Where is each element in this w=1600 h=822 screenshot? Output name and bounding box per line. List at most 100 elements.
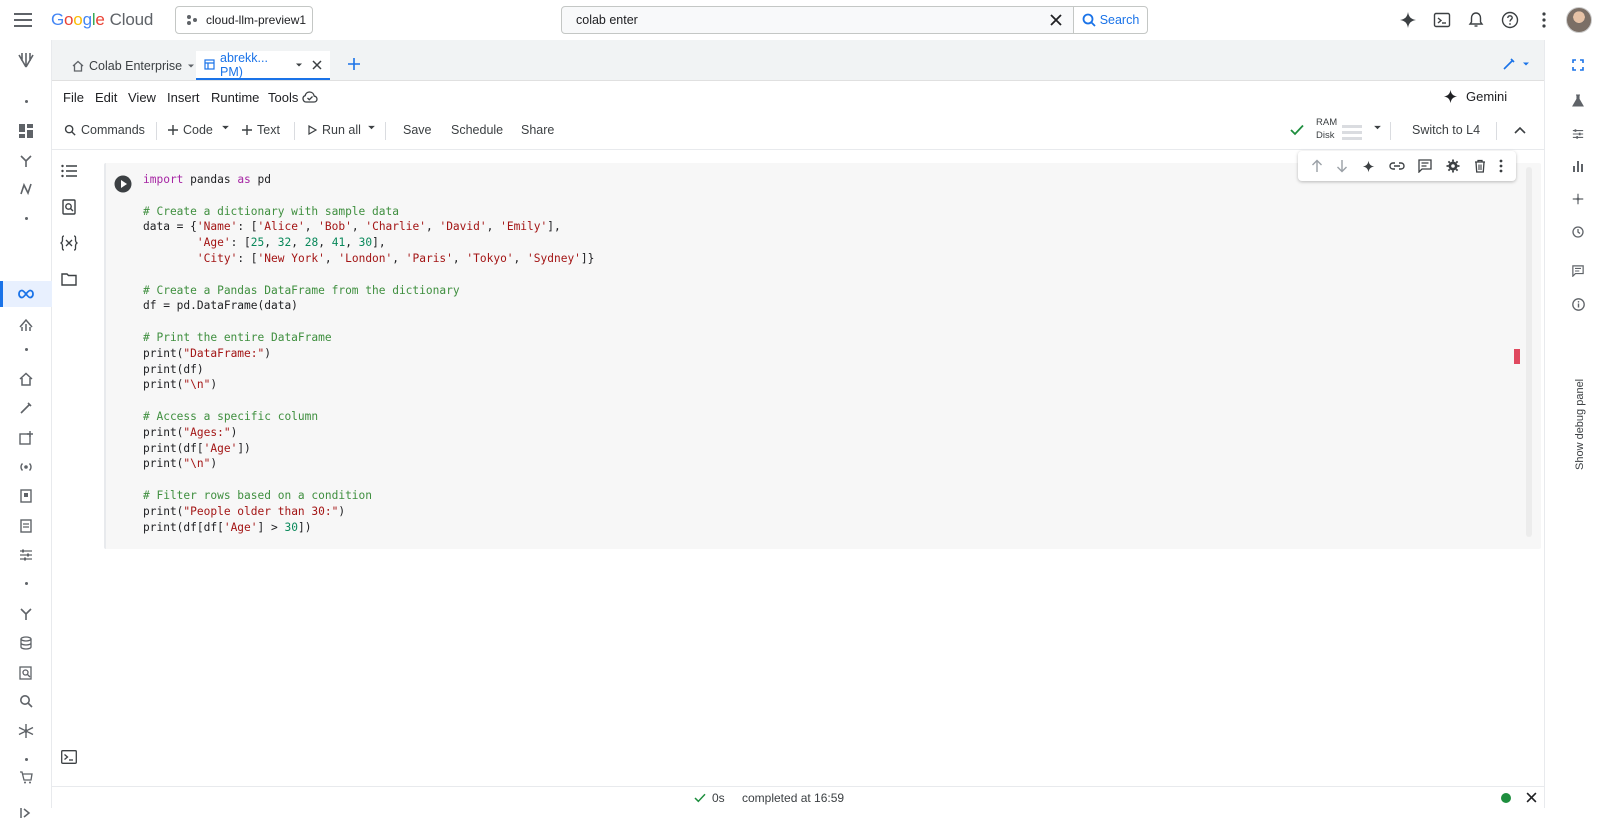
tab-notebook-active[interactable]: abrekk... PM) [196, 51, 330, 80]
help-icon[interactable] [1498, 8, 1522, 32]
notifications-bell-icon[interactable] [1464, 8, 1488, 32]
gemini-button[interactable]: Gemini [1443, 89, 1507, 104]
google-cloud-logo[interactable]: Google Cloud [51, 10, 153, 30]
comment-icon[interactable] [1569, 262, 1587, 280]
project-picker[interactable]: cloud-llm-preview1 [175, 6, 313, 34]
terminal-icon[interactable] [60, 748, 78, 766]
table-of-contents-icon[interactable] [60, 162, 78, 180]
chevron-down-icon[interactable] [187, 62, 195, 70]
workbench-icon[interactable] [17, 316, 35, 334]
home-icon[interactable] [17, 370, 35, 388]
link-icon[interactable] [1388, 161, 1405, 171]
run-cell-button[interactable] [114, 175, 132, 193]
execution-duration: 0s [712, 791, 725, 805]
tune-icon[interactable] [1569, 125, 1587, 143]
pipelines-icon[interactable] [17, 180, 35, 198]
bar-chart-icon[interactable] [1569, 157, 1587, 175]
switch-runtime-button[interactable]: Switch to L4 [1412, 123, 1480, 137]
code-dropdown-icon[interactable] [221, 123, 230, 132]
dataset-icon[interactable] [17, 517, 35, 535]
show-debug-panel-toggle[interactable]: Show debug panel [1574, 379, 1586, 470]
tab-colab-enterprise[interactable]: Colab Enterprise [64, 51, 203, 80]
more-vert-icon[interactable] [1532, 8, 1556, 32]
hub-icon[interactable] [17, 722, 35, 740]
notebook-icon[interactable] [17, 487, 35, 505]
tune-icon[interactable] [17, 546, 35, 564]
comment-icon[interactable] [1418, 159, 1432, 173]
search-input[interactable]: colab enter [561, 6, 1074, 34]
menu-file[interactable]: File [63, 90, 84, 105]
delete-trash-icon[interactable] [1474, 159, 1486, 173]
flask-icon[interactable] [1569, 92, 1587, 110]
close-icon[interactable] [1526, 792, 1537, 803]
add-media-icon[interactable] [17, 429, 35, 447]
cloud-sync-icon[interactable] [302, 90, 318, 104]
commands-label: Commands [81, 123, 145, 137]
resource-meter[interactable]: RAM Disk [1316, 116, 1337, 142]
add-text-button[interactable]: Text [242, 123, 280, 137]
share-button[interactable]: Share [521, 123, 554, 137]
colab-infinity-icon[interactable] [17, 285, 35, 303]
main-menu-icon[interactable] [14, 12, 32, 28]
code-label: Code [183, 123, 213, 137]
vertex-ai-logo-icon[interactable] [17, 50, 35, 68]
menu-runtime[interactable]: Runtime [211, 90, 259, 105]
commands-button[interactable]: Commands [64, 123, 145, 137]
gemini-sparkle-icon[interactable] [1362, 160, 1375, 173]
more-vert-icon[interactable] [1499, 159, 1503, 173]
info-icon[interactable] [1569, 295, 1587, 313]
add-tab-icon[interactable] [348, 58, 360, 70]
menu-insert[interactable]: Insert [167, 90, 200, 105]
files-folder-icon[interactable] [60, 270, 78, 288]
chevron-down-icon [1522, 60, 1530, 68]
search-doc-icon[interactable] [17, 664, 35, 682]
gemini-sparkle-icon[interactable] [1396, 8, 1420, 32]
find-replace-icon[interactable] [60, 198, 78, 216]
variables-icon[interactable] [60, 234, 78, 252]
chevron-down-icon[interactable] [295, 61, 303, 69]
streaming-icon[interactable] [17, 458, 35, 476]
runtime-dropdown-icon[interactable] [1373, 123, 1382, 132]
close-tab-icon[interactable] [312, 59, 322, 70]
code-editor[interactable]: import pandas as pd # Create a dictionar… [143, 172, 594, 535]
toolbar-divider [1496, 122, 1497, 140]
add-code-button[interactable]: Code [168, 123, 213, 137]
gear-icon[interactable] [1446, 159, 1460, 173]
left-nav-rail [0, 40, 52, 818]
edit-mode-toggle[interactable] [1502, 57, 1530, 71]
run-all-button[interactable]: Run all [308, 123, 361, 137]
cell-scrollbar[interactable] [1526, 167, 1532, 537]
toolbar-divider [156, 122, 157, 140]
storage-icon[interactable] [17, 634, 35, 652]
save-button[interactable]: Save [403, 123, 432, 137]
ram-usage-bar [1342, 125, 1362, 128]
move-down-arrow-icon[interactable] [1336, 159, 1348, 173]
avatar[interactable] [1566, 7, 1592, 33]
hub-icon[interactable] [1569, 190, 1587, 208]
collapse-toolbar-icon[interactable] [1514, 126, 1526, 134]
menu-edit[interactable]: Edit [95, 90, 117, 105]
history-clock-icon[interactable] [1569, 223, 1587, 241]
move-up-arrow-icon[interactable] [1311, 159, 1323, 173]
menu-tools[interactable]: Tools [268, 90, 298, 105]
schedule-button[interactable]: Schedule [451, 123, 503, 137]
training-icon[interactable] [17, 605, 35, 623]
search-button[interactable]: Search [1073, 6, 1148, 34]
switch-label: Switch to L4 [1412, 123, 1481, 137]
marketplace-icon[interactable] [17, 768, 35, 786]
model-garden-icon[interactable] [17, 152, 35, 170]
top-bar: Google Cloud cloud-llm-preview1 colab ent… [0, 0, 1600, 40]
expand-nav-icon[interactable] [17, 804, 35, 822]
run-all-dropdown-icon[interactable] [367, 123, 376, 132]
menu-view[interactable]: View [128, 90, 156, 105]
rail-separator-dot [25, 758, 28, 761]
search-icon[interactable] [17, 692, 35, 710]
schedule-label: Schedule [451, 123, 504, 137]
plus-icon [242, 125, 252, 135]
cloud-shell-icon[interactable] [1430, 8, 1454, 32]
gemini-sparkle-icon [1443, 89, 1458, 104]
dashboard-icon[interactable] [17, 122, 35, 140]
close-icon[interactable] [1049, 13, 1063, 27]
fullscreen-icon[interactable] [1569, 56, 1587, 74]
prompt-design-icon[interactable] [17, 399, 35, 417]
